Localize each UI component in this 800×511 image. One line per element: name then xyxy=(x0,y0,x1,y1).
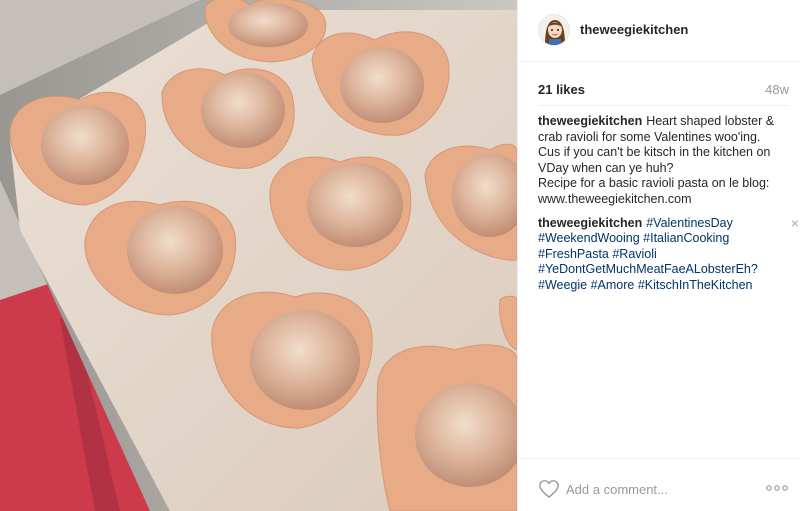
caption-line: crab ravioli for some Valentines woo'ing… xyxy=(538,129,761,144)
caption-comment: theweegiekitchen Heart shaped lobster & c… xyxy=(538,114,789,208)
divider xyxy=(538,105,789,106)
caption-line: Recipe for a basic ravioli pasta on le b… xyxy=(538,176,770,191)
comment-composer xyxy=(518,458,800,511)
caption-line: VDay when can ye huh? xyxy=(538,160,674,175)
caption-text: Heart shaped lobster & xyxy=(646,114,775,128)
comments-list: theweegiekitchen Heart shaped lobster & c… xyxy=(538,114,799,302)
hashtag-line: theweegiekitchen #ValentinesDay xyxy=(538,216,777,232)
delete-comment-icon[interactable]: × xyxy=(791,216,799,230)
comment-author-link[interactable]: theweegiekitchen xyxy=(538,216,642,230)
comment-input[interactable] xyxy=(566,479,756,499)
hashtag-link[interactable]: #Weegie #Amore #KitschInTheKitchen xyxy=(538,278,777,294)
comment-author-link[interactable]: theweegiekitchen xyxy=(538,114,642,128)
post-photo[interactable] xyxy=(0,0,517,511)
caption-line: Cus if you can't be kitsch in the kitche… xyxy=(538,145,771,160)
post-stats: 21 likes 48w xyxy=(538,82,789,98)
username-link[interactable]: theweegiekitchen xyxy=(580,22,688,37)
ravioli-photo-image xyxy=(0,0,517,511)
post-age[interactable]: 48w xyxy=(765,82,789,97)
caption-line: theweegiekitchen Heart shaped lobster & xyxy=(538,114,777,130)
hashtag-link[interactable]: #FreshPasta #Ravioli xyxy=(538,247,777,263)
likes-count[interactable]: 21 likes xyxy=(538,82,585,97)
hashtag-link[interactable]: #WeekendWooing #ItalianCooking xyxy=(538,231,777,247)
post-header: theweegiekitchen xyxy=(518,0,800,62)
avatar-illustration-icon xyxy=(539,15,569,45)
hashtag-link[interactable]: #ValentinesDay xyxy=(646,216,733,230)
caption-line: www.theweegiekitchen.com xyxy=(538,191,692,206)
post-side-panel: theweegiekitchen 21 likes 48w theweegiek… xyxy=(517,0,800,511)
hashtag-comment: theweegiekitchen #ValentinesDay #WeekendW… xyxy=(538,216,799,294)
ellipsis-icon[interactable] xyxy=(765,480,789,496)
heart-outline-icon[interactable] xyxy=(538,479,560,499)
hashtag-link[interactable]: #YeDontGetMuchMeatFaeALobsterEh? xyxy=(538,262,777,278)
avatar[interactable] xyxy=(538,14,570,46)
